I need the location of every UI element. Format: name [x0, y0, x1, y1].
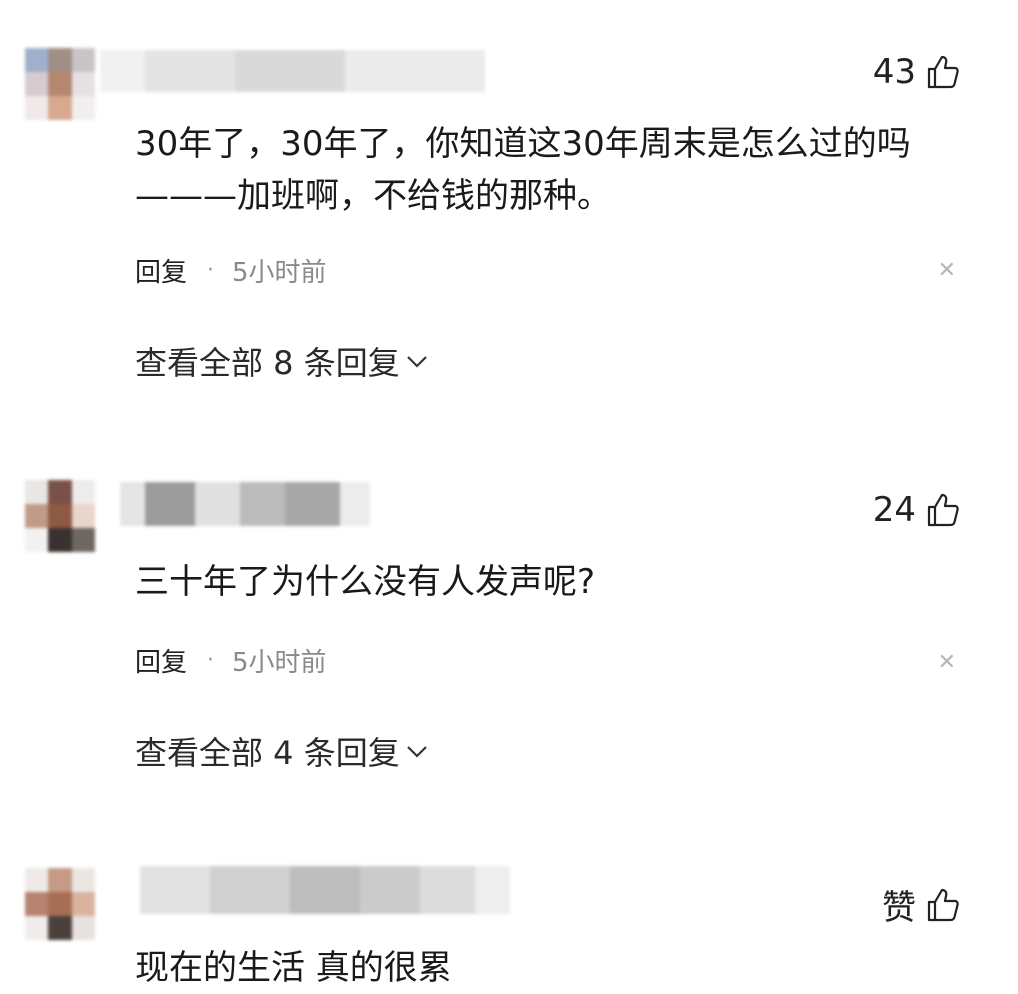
timestamp: 5小时前	[232, 648, 327, 678]
like-button[interactable]: 赞	[882, 880, 960, 929]
thumbs-up-icon	[926, 54, 960, 90]
close-icon[interactable]: ✕	[938, 258, 956, 283]
comment-text: 现在的生活 真的很累	[135, 948, 452, 988]
comment-meta: 回复 · 5小时前	[135, 252, 327, 289]
view-replies-button[interactable]: 查看全部 4 条回复	[135, 728, 430, 774]
avatar[interactable]	[25, 480, 95, 552]
thumbs-up-icon	[926, 492, 960, 528]
timestamp: 5小时前	[232, 258, 327, 288]
username[interactable]	[120, 482, 370, 526]
like-count: 赞	[882, 888, 916, 928]
like-button[interactable]: 43	[873, 52, 960, 92]
view-replies-label: 查看全部 4 条回复	[135, 734, 400, 772]
like-button[interactable]: 24	[873, 490, 960, 530]
chevron-down-icon	[404, 742, 430, 760]
username[interactable]	[100, 50, 485, 92]
separator-dot: ·	[207, 648, 215, 673]
like-count: 43	[872, 52, 916, 92]
comment-text: 30年了，30年了，你知道这30年周末是怎么过的吗 ———加班啊，不给钱的那种。	[135, 124, 911, 216]
comment-text: 三十年了为什么没有人发声呢?	[135, 562, 596, 602]
chevron-down-icon	[404, 352, 430, 370]
close-icon[interactable]: ✕	[938, 650, 956, 675]
reply-button[interactable]: 回复	[135, 252, 187, 289]
avatar[interactable]	[25, 868, 95, 940]
avatar[interactable]	[25, 48, 95, 120]
comment-meta: 回复 · 5小时前	[135, 642, 327, 679]
thumbs-up-icon	[926, 887, 960, 923]
view-replies-label: 查看全部 8 条回复	[135, 344, 400, 382]
like-count: 24	[872, 490, 916, 530]
username[interactable]	[140, 866, 510, 914]
view-replies-button[interactable]: 查看全部 8 条回复	[135, 338, 430, 384]
reply-button[interactable]: 回复	[135, 642, 187, 679]
separator-dot: ·	[207, 258, 215, 283]
